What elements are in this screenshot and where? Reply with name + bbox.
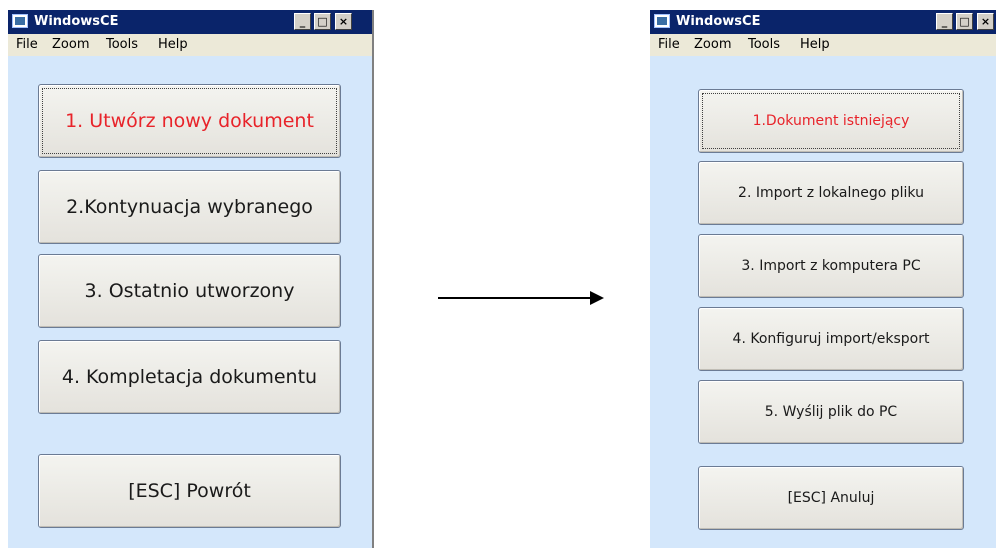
menu-tools[interactable]: Tools <box>748 37 780 52</box>
button-label: 1.Dokument istniejący <box>752 113 910 129</box>
configure-import-export-button[interactable]: 4. Konfiguruj import/eksport <box>698 307 964 371</box>
window-app-icon <box>654 14 670 28</box>
close-button[interactable]: × <box>977 13 994 30</box>
maximize-button[interactable]: □ <box>314 13 331 30</box>
left-window: WindowsCE _ □ × File Zoom Tools Help 1. … <box>8 10 374 548</box>
button-label: [ESC] Anuluj <box>787 490 875 506</box>
button-label: 5. Wyślij plik do PC <box>764 404 898 420</box>
minimize-button[interactable]: _ <box>936 13 953 30</box>
button-label: 1. Utwórz nowy dokument <box>65 110 314 132</box>
window-title: WindowsCE <box>676 14 761 29</box>
button-label: 4. Konfiguruj import/eksport <box>732 331 930 347</box>
existing-document-button[interactable]: 1.Dokument istniejący <box>698 89 964 153</box>
menu-file[interactable]: File <box>658 37 680 52</box>
new-document-button[interactable]: 1. Utwórz nowy dokument <box>38 84 341 158</box>
esc-back-button[interactable]: [ESC] Powrót <box>38 454 341 528</box>
menu-zoom[interactable]: Zoom <box>694 37 731 52</box>
button-label: 3. Import z komputera PC <box>741 258 921 274</box>
button-label: [ESC] Powrót <box>128 480 251 502</box>
arrow-right-icon <box>438 291 604 305</box>
button-label: 2. Import z lokalnego pliku <box>738 185 924 201</box>
close-button[interactable]: × <box>335 13 352 30</box>
right-window: WindowsCE _ □ × File Zoom Tools Help 1.D… <box>650 10 996 548</box>
send-file-to-pc-button[interactable]: 5. Wyślij plik do PC <box>698 380 964 444</box>
menu-help[interactable]: Help <box>158 37 188 52</box>
button-label: 4. Kompletacja dokumentu <box>61 366 318 388</box>
maximize-button[interactable]: □ <box>956 13 973 30</box>
menu-tools[interactable]: Tools <box>106 37 138 52</box>
continue-selected-button[interactable]: 2.Kontynuacja wybranego <box>38 170 341 244</box>
recently-created-button[interactable]: 3. Ostatnio utworzony <box>38 254 341 328</box>
window-title: WindowsCE <box>34 14 119 29</box>
title-bar[interactable]: WindowsCE _ □ × <box>8 10 372 34</box>
button-label: 2.Kontynuacja wybranego <box>66 196 313 218</box>
menu-help[interactable]: Help <box>800 37 830 52</box>
esc-cancel-button[interactable]: [ESC] Anuluj <box>698 466 964 530</box>
minimize-button[interactable]: _ <box>294 13 311 30</box>
window-app-icon <box>12 14 28 28</box>
menu-file[interactable]: File <box>16 37 38 52</box>
menu-zoom[interactable]: Zoom <box>52 37 89 52</box>
button-label: 3. Ostatnio utworzony <box>84 280 295 302</box>
title-bar[interactable]: WindowsCE _ □ × <box>650 10 996 34</box>
document-completion-button[interactable]: 4. Kompletacja dokumentu <box>38 340 341 414</box>
menu-bar: File Zoom Tools Help <box>650 34 996 56</box>
import-from-pc-button[interactable]: 3. Import z komputera PC <box>698 234 964 298</box>
import-local-file-button[interactable]: 2. Import z lokalnego pliku <box>698 161 964 225</box>
menu-bar: File Zoom Tools Help <box>8 34 372 56</box>
